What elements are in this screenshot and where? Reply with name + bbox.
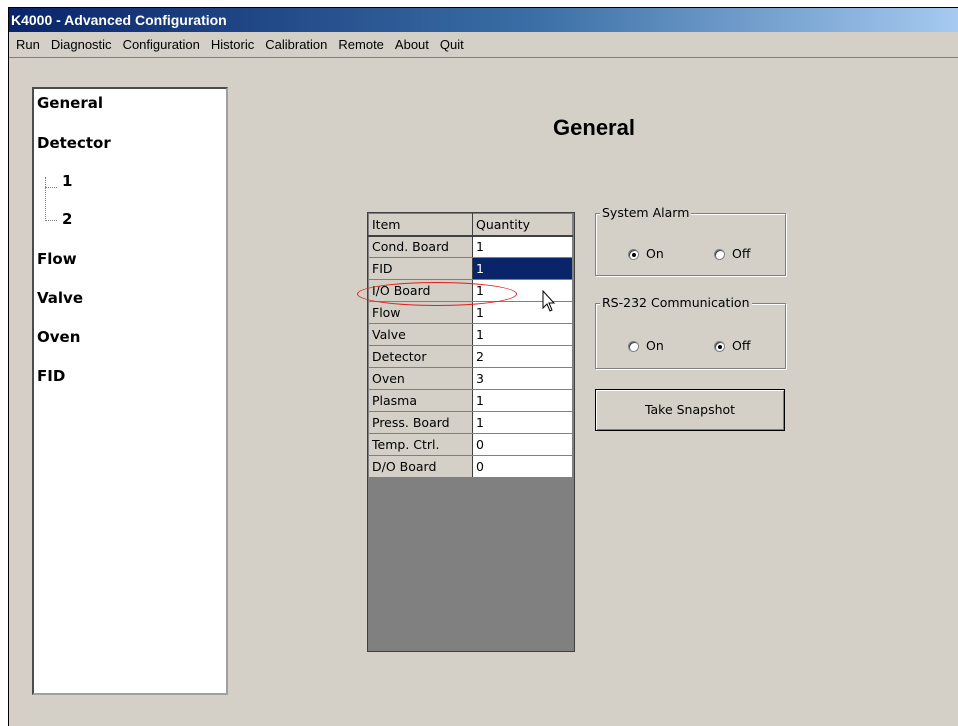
system-alarm-label: System Alarm [600, 205, 692, 220]
grid-item-cell[interactable]: I/O Board [368, 279, 473, 302]
window-title: K4000 - Advanced Configuration [11, 12, 227, 28]
grid-row: Oven 3 [368, 367, 573, 390]
grid-item-cell[interactable]: Valve [368, 323, 473, 346]
grid-quantity-cell[interactable]: 2 [472, 345, 573, 368]
grid-item-cell[interactable]: FID [368, 257, 473, 280]
grid-item-cell[interactable]: Press. Board [368, 411, 473, 434]
radio-checked-icon[interactable] [714, 340, 725, 352]
grid-row: Temp. Ctrl. 0 [368, 433, 573, 456]
tree-item-flow[interactable]: Flow [37, 247, 77, 271]
system-alarm-off-label: Off [732, 246, 751, 261]
grid-quantity-cell[interactable]: 0 [472, 433, 573, 456]
grid-quantity-cell[interactable]: 1 [472, 411, 573, 434]
take-snapshot-button[interactable]: Take Snapshot [595, 389, 785, 431]
rs232-communication-label: RS-232 Communication [600, 295, 752, 310]
grid-item-cell[interactable]: Cond. Board [368, 235, 473, 258]
tree-item-detector-1[interactable]: 1 [62, 169, 72, 193]
menu-historic[interactable]: Historic [206, 32, 260, 57]
page-title: General [553, 115, 635, 140]
grid-row: Press. Board 1 [368, 411, 573, 434]
tree-connector [45, 187, 57, 188]
tree-connector [45, 177, 46, 221]
tree-item-detector-2[interactable]: 2 [62, 207, 72, 231]
system-alarm-on-radio[interactable]: On [628, 246, 664, 262]
grid-row: FID 1 [368, 257, 573, 280]
grid-row: Cond. Board 1 [368, 235, 573, 258]
grid-quantity-cell[interactable]: 3 [472, 367, 573, 390]
menu-run[interactable]: Run [11, 32, 46, 57]
grid-row: Valve 1 [368, 323, 573, 346]
grid-item-cell[interactable]: Flow [368, 301, 473, 324]
grid-quantity-cell[interactable]: 0 [472, 455, 573, 478]
menu-remote[interactable]: Remote [333, 32, 390, 57]
grid-item-cell[interactable]: Plasma [368, 389, 473, 412]
mouse-pointer-icon [542, 290, 556, 312]
rs232-on-radio[interactable]: On [628, 338, 664, 354]
grid-item-cell[interactable]: Temp. Ctrl. [368, 433, 473, 456]
rs232-off-radio[interactable]: Off [714, 338, 750, 354]
radio-checked-icon[interactable] [628, 248, 639, 260]
tree-item-valve[interactable]: Valve [37, 286, 83, 310]
menu-bar: Run Diagnostic Configuration Historic Ca… [9, 32, 958, 58]
grid-quantity-cell[interactable]: 1 [472, 235, 573, 258]
radio-unchecked-icon[interactable] [714, 248, 725, 260]
grid-header-quantity[interactable]: Quantity [472, 213, 573, 237]
grid-quantity-cell[interactable]: 1 [472, 389, 573, 412]
menu-quit[interactable]: Quit [435, 32, 470, 57]
rs232-off-label: Off [732, 338, 751, 353]
grid-row: D/O Board 0 [368, 455, 573, 478]
window-titlebar: K4000 - Advanced Configuration [9, 8, 958, 32]
tree-item-fid[interactable]: FID [37, 364, 65, 388]
tree-item-oven[interactable]: Oven [37, 325, 80, 349]
system-alarm-off-radio[interactable]: Off [714, 246, 750, 262]
grid-item-cell[interactable]: Detector [368, 345, 473, 368]
menu-diagnostic[interactable]: Diagnostic [46, 32, 118, 57]
grid-header-item[interactable]: Item [368, 213, 473, 237]
grid-quantity-cell-selected[interactable]: 1 [472, 257, 573, 280]
grid-row: Plasma 1 [368, 389, 573, 412]
navigation-tree: General Detector 1 2 Flow Valve Oven FID [32, 87, 228, 695]
item-quantity-grid: Item Quantity Cond. Board 1 FID 1 I/O Bo… [367, 212, 575, 652]
rs232-communication-group: RS-232 Communication On Off [595, 296, 786, 369]
grid-item-cell[interactable]: D/O Board [368, 455, 473, 478]
rs232-on-label: On [646, 338, 664, 353]
system-alarm-on-label: On [646, 246, 664, 261]
app-window: K4000 - Advanced Configuration Run Diagn… [8, 7, 958, 726]
tree-item-general[interactable]: General [37, 91, 103, 115]
radio-unchecked-icon[interactable] [628, 340, 639, 352]
grid-quantity-cell[interactable]: 1 [472, 323, 573, 346]
grid-row: Detector 2 [368, 345, 573, 368]
grid-item-cell[interactable]: Oven [368, 367, 473, 390]
menu-calibration[interactable]: Calibration [260, 32, 333, 57]
tree-connector [45, 220, 57, 221]
system-alarm-group: System Alarm On Off [595, 206, 786, 276]
grid-header-row: Item Quantity [368, 213, 573, 237]
menu-configuration[interactable]: Configuration [118, 32, 206, 57]
menu-about[interactable]: About [390, 32, 435, 57]
